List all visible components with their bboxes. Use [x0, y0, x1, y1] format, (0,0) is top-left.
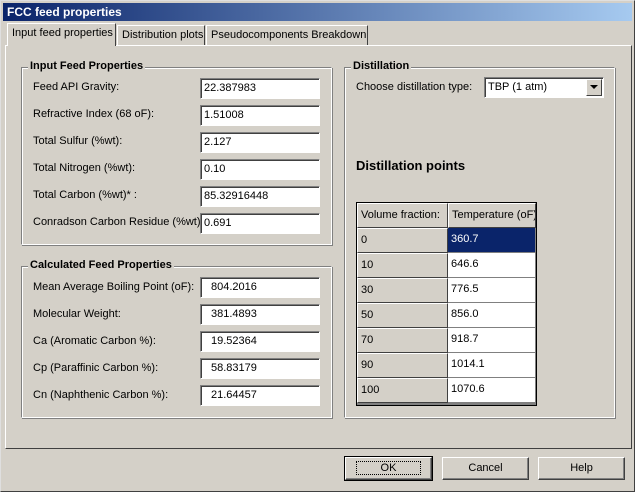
row-fraction-cell[interactable]: 100 [357, 378, 448, 403]
paraffinic-carbon-label: Cp (Paraffinic Carbon %): [33, 362, 159, 374]
title-bar: FCC feed properties [3, 3, 632, 21]
paraffinic-carbon-field[interactable]: 58.83179 [200, 358, 320, 379]
temperature-cell[interactable]: 1014.1 [448, 353, 536, 378]
refractive-index-label: Refractive Index (68 oF): [33, 108, 155, 120]
naphthenic-carbon-label: Cn (Naphthenic Carbon %): [33, 389, 169, 401]
temperature-cell[interactable]: 1070.6 [448, 378, 536, 403]
tab-pseudocomponents-breakdown[interactable]: Pseudocomponents Breakdown [206, 25, 368, 45]
temperature-cell[interactable]: 360.7 [448, 228, 536, 253]
feed-api-gravity-field[interactable]: 22.387983 [200, 78, 320, 99]
distillation-type-value: TBP (1 atm) [488, 81, 548, 93]
ok-button-label: OK [355, 461, 422, 475]
row-fraction-cell[interactable]: 70 [357, 328, 448, 353]
row-fraction-cell[interactable]: 0 [357, 228, 448, 253]
total-carbon-field[interactable]: 85.32916448 [200, 186, 320, 207]
chevron-down-icon[interactable] [586, 79, 602, 96]
distillation-points-grid: Volume fraction: Temperature (oF): 0 360… [356, 202, 537, 406]
total-nitrogen-label: Total Nitrogen (%wt): [33, 162, 136, 174]
tab-input-feed-properties[interactable]: Input feed properties [7, 23, 116, 46]
aromatic-carbon-label: Ca (Aromatic Carbon %): [33, 335, 156, 347]
molecular-weight-label: Molecular Weight: [33, 308, 121, 320]
row-fraction-cell[interactable]: 50 [357, 303, 448, 328]
conradson-carbon-residue-label: Conradson Carbon Residue (%wt): [33, 216, 204, 228]
distillation-type-select[interactable]: TBP (1 atm) [484, 77, 604, 98]
distillation-title: Distillation [351, 60, 412, 72]
aromatic-carbon-field[interactable]: 19.52364 [200, 331, 320, 352]
temperature-cell[interactable]: 918.7 [448, 328, 536, 353]
fcc-feed-properties-dialog: FCC feed properties Input feed propertie… [0, 0, 635, 492]
tab-distribution-plots[interactable]: Distribution plots [117, 25, 205, 45]
total-sulfur-label: Total Sulfur (%wt): [33, 135, 123, 147]
feed-api-gravity-label: Feed API Gravity: [33, 81, 120, 93]
help-button[interactable]: Help [538, 457, 625, 480]
row-fraction-cell[interactable]: 90 [357, 353, 448, 378]
molecular-weight-field[interactable]: 381.4893 [200, 304, 320, 325]
total-sulfur-field[interactable]: 2.127 [200, 132, 320, 153]
row-fraction-cell[interactable]: 30 [357, 278, 448, 303]
row-fraction-cell[interactable]: 10 [357, 253, 448, 278]
total-nitrogen-field[interactable]: 0.10 [200, 159, 320, 180]
distillation-points-title: Distillation points [356, 158, 466, 173]
ok-button[interactable]: OK [344, 456, 433, 481]
calculated-feed-properties-title: Calculated Feed Properties [28, 259, 174, 271]
total-carbon-label: Total Carbon (%wt)* : [33, 189, 137, 201]
mean-average-boiling-point-field[interactable]: 804.2016 [200, 277, 320, 298]
mean-average-boiling-point-label: Mean Average Boiling Point (oF): [33, 281, 195, 293]
temperature-cell[interactable]: 646.6 [448, 253, 536, 278]
column-header-temperature[interactable]: Temperature (oF): [448, 203, 536, 228]
distillation-type-label: Choose distillation type: [356, 81, 473, 93]
temperature-cell[interactable]: 856.0 [448, 303, 536, 328]
column-header-volume-fraction[interactable]: Volume fraction: [357, 203, 448, 228]
refractive-index-field[interactable]: 1.51008 [200, 105, 320, 126]
naphthenic-carbon-field[interactable]: 21.64457 [200, 385, 320, 406]
conradson-carbon-residue-field[interactable]: 0.691 [200, 213, 320, 234]
input-feed-properties-title: Input Feed Properties [28, 60, 146, 72]
cancel-button[interactable]: Cancel [442, 457, 529, 480]
temperature-cell[interactable]: 776.5 [448, 278, 536, 303]
